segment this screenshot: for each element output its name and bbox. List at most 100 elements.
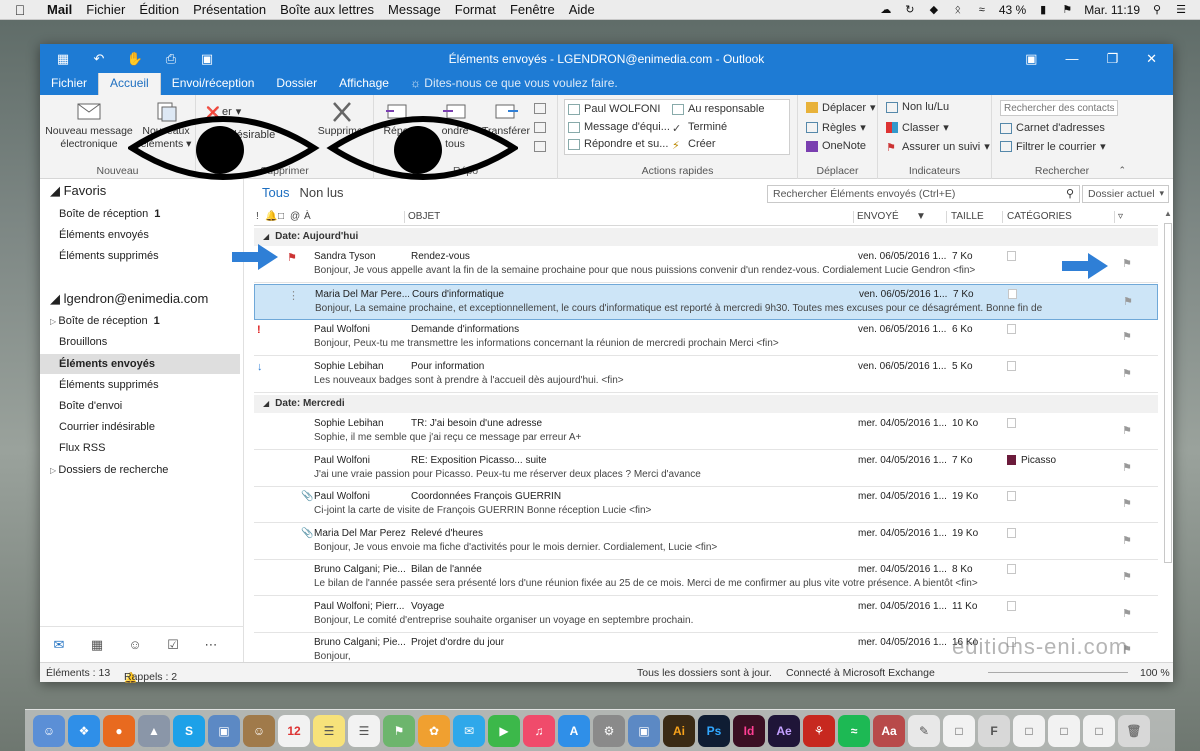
delete-button[interactable]: Supprimer	[314, 101, 370, 138]
flag-icon[interactable]: ⚑	[1122, 424, 1132, 437]
flag-icon[interactable]: ⚑	[1122, 607, 1132, 620]
tab-fichier[interactable]: Fichier	[40, 72, 98, 95]
fonts-icon[interactable]: F	[978, 714, 1010, 747]
attachment-column-icon[interactable]: @	[290, 211, 300, 222]
im-icon[interactable]	[534, 122, 546, 133]
move-button[interactable]: Déplacer ▾	[806, 101, 876, 114]
preview-icon[interactable]: ▣	[208, 714, 240, 747]
menu-presentation[interactable]: Présentation	[186, 2, 273, 17]
message-row[interactable]: ! Paul Wolfoni Demande d'informations ven. …	[254, 320, 1158, 356]
tab-affichage[interactable]: Affichage	[328, 72, 400, 95]
textedit-icon[interactable]: ✎	[908, 714, 940, 747]
filter-all[interactable]: Tous	[262, 185, 289, 200]
minimize-icon[interactable]: —	[1065, 51, 1078, 67]
customize-icon[interactable]: ▣	[198, 51, 216, 67]
apple-menu-icon[interactable]: 	[0, 2, 40, 18]
flag-icon[interactable]: ⚑	[1122, 497, 1132, 510]
category-box[interactable]	[1008, 288, 1017, 299]
photoshop-icon[interactable]: Ps	[698, 714, 730, 747]
folder-inbox[interactable]: ▷ Boîte de réception 1	[50, 315, 160, 327]
undo-icon[interactable]: ↶	[90, 51, 108, 67]
folder-fav-sent[interactable]: Éléments envoyés	[59, 229, 149, 241]
skype-icon[interactable]: S	[173, 714, 205, 747]
category-box[interactable]	[1007, 600, 1016, 611]
group-header[interactable]: ◢ Date: Mercredi	[254, 395, 1158, 413]
message-row[interactable]: ⋮ Maria Del Mar Pere... Cours d'informatiq…	[254, 283, 1158, 320]
category-box[interactable]	[1007, 324, 1016, 334]
wifi-icon[interactable]: ≈	[975, 4, 989, 16]
more-respond-icon[interactable]	[534, 141, 546, 152]
collapse-group-icon[interactable]: ◢	[263, 399, 269, 408]
zoom-level[interactable]: 100 %	[1140, 667, 1170, 679]
flag-icon[interactable]: ⚑	[1122, 330, 1132, 343]
quickstep-creer[interactable]: ⚡ Créer	[672, 138, 716, 152]
forward-button[interactable]: Transférer	[478, 101, 534, 138]
notes-icon[interactable]: ☰	[313, 714, 345, 747]
tasks-nav-icon[interactable]: ☑	[154, 637, 192, 653]
meeting-icon[interactable]	[534, 103, 546, 114]
junk-button[interactable]: indésirable	[206, 129, 275, 141]
ignore-button[interactable]: ❌ er ▾	[206, 105, 241, 120]
touch-mode-icon[interactable]: ✋	[126, 51, 144, 67]
print-icon[interactable]: ⎙	[162, 51, 180, 67]
quickstep-team-email[interactable]: Message d'équi...	[568, 121, 670, 133]
vertical-scrollbar[interactable]: ▲	[1163, 209, 1173, 659]
menu-edition[interactable]: Édition	[132, 2, 186, 17]
folder-fav-inbox[interactable]: Boîte de réception 1	[59, 208, 160, 220]
flag-icon[interactable]: ⚑	[1122, 570, 1132, 583]
search-contacts-input[interactable]	[1000, 100, 1118, 116]
quickstep-termine[interactable]: ✓ Terminé	[672, 121, 727, 135]
ribbon-display-icon[interactable]: ▣	[1025, 51, 1037, 67]
account-header[interactable]: ◢ lgendron@enimedia.com	[50, 291, 208, 307]
category-box[interactable]	[1007, 454, 1016, 465]
mail-nav-icon[interactable]: ✉	[40, 637, 78, 653]
column-sent[interactable]: ENVOYÉ	[857, 211, 899, 222]
acrobat-icon[interactable]: ⚘	[803, 714, 835, 747]
tab-envoi-reception[interactable]: Envoi/réception	[161, 72, 266, 95]
filter-mail-button[interactable]: Filtrer le courrier ▾	[1000, 140, 1106, 153]
folder-deleted[interactable]: Éléments supprimés	[59, 379, 159, 391]
category-box[interactable]	[1007, 527, 1016, 538]
dropbox-icon[interactable]: ◆	[927, 4, 941, 16]
folder-outbox[interactable]: Boîte d'envoi	[59, 400, 122, 412]
search-icon[interactable]: ⚲	[1066, 187, 1074, 200]
photos-icon[interactable]: ✿	[418, 714, 450, 747]
menu-fenetre[interactable]: Fenêtre	[503, 2, 562, 17]
trash-icon[interactable]: 🗑	[1118, 714, 1150, 747]
system-preferences-icon[interactable]: ⚙	[593, 714, 625, 747]
category-box[interactable]	[1007, 564, 1016, 574]
flag-icon[interactable]: ⚑	[1122, 461, 1132, 474]
quickstep-reply-delete[interactable]: Répondre et su...	[568, 138, 668, 150]
tab-accueil[interactable]: Accueil	[98, 71, 161, 95]
calendar-nav-icon[interactable]: ▦	[78, 637, 116, 653]
menu-aide[interactable]: Aide	[562, 2, 602, 17]
flag-icon[interactable]: ⚑	[1122, 257, 1132, 270]
launchpad-icon[interactable]: ▲	[138, 714, 170, 747]
message-row[interactable]: Paul Wolfoni RE: Exposition Picasso... su…	[254, 451, 1158, 487]
folder-fav-deleted[interactable]: Éléments supprimés	[59, 250, 159, 262]
sort-desc-icon[interactable]: ▼	[916, 211, 926, 222]
column-to[interactable]: À	[304, 211, 311, 222]
clock[interactable]: Mar. 11:19	[1084, 3, 1140, 17]
creative-cloud-icon[interactable]: ☁	[879, 4, 893, 16]
menu-message[interactable]: Message	[381, 2, 448, 17]
messages-icon[interactable]: ✉	[453, 714, 485, 747]
rules-button[interactable]: Règles ▾	[806, 121, 866, 134]
message-row[interactable]: 📎 Maria Del Mar Perez Relevé d'heures mer. …	[254, 524, 1158, 560]
more-nav-icon[interactable]: ⋯	[192, 637, 230, 653]
column-subject[interactable]: OBJET	[408, 211, 440, 222]
itunes-icon[interactable]: ♫	[523, 714, 555, 747]
contacts-icon[interactable]: ☺	[243, 714, 275, 747]
document-icon[interactable]: □	[943, 714, 975, 747]
folder-search-folders[interactable]: ▷ Dossiers de recherche	[50, 464, 168, 476]
folder-rss[interactable]: Flux RSS	[59, 442, 105, 454]
reply-button[interactable]: Répo	[376, 101, 416, 138]
tell-me-box[interactable]: ☼ Dites-nous ce que vous voulez faire.	[400, 72, 628, 95]
group-header[interactable]: ◢ Date: Aujourd'hui	[254, 228, 1158, 246]
message-row[interactable]: 📎 Paul Wolfoni Coordonnées François GUERRI…	[254, 487, 1158, 523]
minimized-window-icon[interactable]: □	[1083, 714, 1115, 747]
safari-icon[interactable]: ❖	[68, 714, 100, 747]
category-box[interactable]	[1007, 491, 1016, 501]
search-scope-dropdown[interactable]: Dossier actuel ▾	[1082, 185, 1169, 203]
sync-icon[interactable]: ↻	[903, 4, 917, 16]
